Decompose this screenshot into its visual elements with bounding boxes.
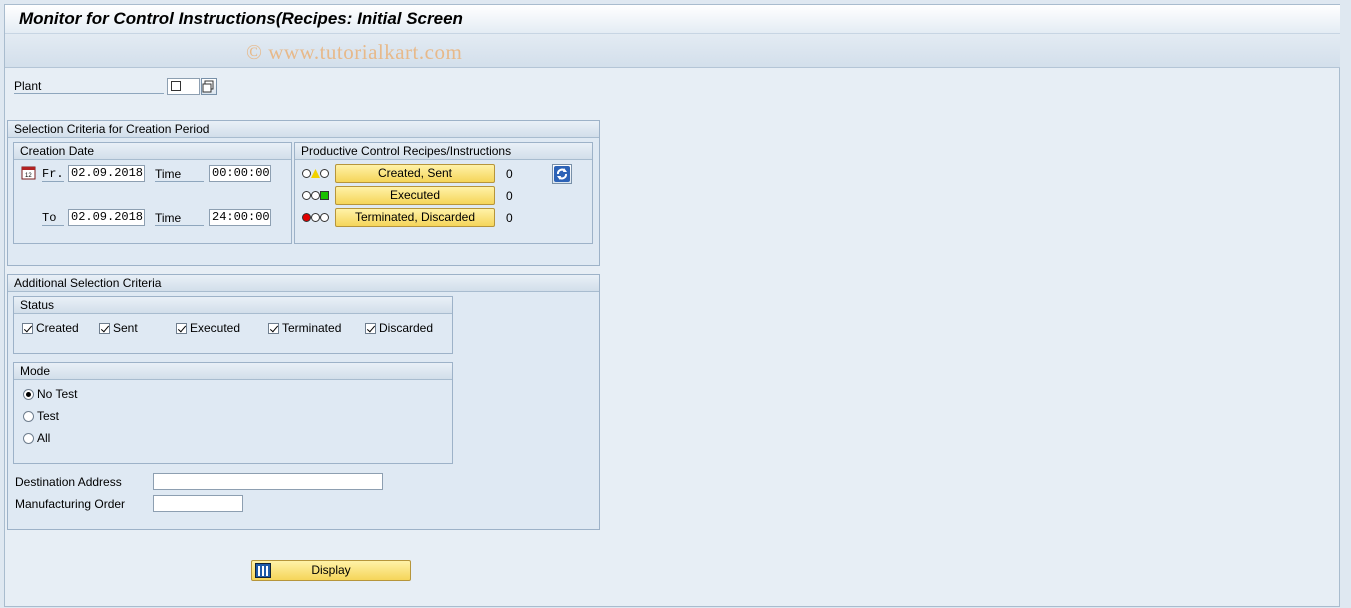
multiple-selection-button[interactable] <box>201 78 217 95</box>
status-header: Status <box>14 297 452 314</box>
light-off-icon <box>311 191 320 200</box>
green-light-icon <box>320 191 329 200</box>
terminated-discarded-count: 0 <box>506 211 513 225</box>
manufacturing-order-label: Manufacturing Order <box>15 497 126 511</box>
checkmark-icon <box>171 81 181 91</box>
calendar-icon: 12 <box>21 166 36 180</box>
multi-select-icon <box>202 80 214 93</box>
sent-checkbox[interactable] <box>99 323 110 334</box>
title-bar: Monitor for Control Instructions(Recipes… <box>5 5 1340 34</box>
creation-date-group: Creation Date <box>13 142 292 244</box>
productive-recipes-header: Productive Control Recipes/Instructions <box>295 143 592 160</box>
application-toolbar <box>5 34 1340 68</box>
created-checkbox-label: Created <box>36 321 79 335</box>
plant-field[interactable] <box>167 78 200 95</box>
created-checkbox[interactable] <box>22 323 33 334</box>
destination-address-field[interactable] <box>153 473 383 490</box>
executed-checkbox-label: Executed <box>190 321 241 335</box>
test-radio[interactable] <box>23 411 34 422</box>
sent-checkbox-label: Sent <box>113 321 138 335</box>
mode-group: Mode <box>13 362 453 464</box>
light-off-icon <box>320 169 329 178</box>
terminated-checkbox-label: Terminated <box>282 321 342 335</box>
creation-date-header: Creation Date <box>14 143 291 160</box>
from-date-field[interactable]: 02.09.2018 <box>68 165 145 182</box>
light-off-icon <box>311 213 320 222</box>
created-sent-count: 0 <box>506 167 513 181</box>
page-title: Monitor for Control Instructions(Recipes… <box>19 9 463 28</box>
light-off-icon <box>320 213 329 222</box>
terminated-checkbox[interactable] <box>268 323 279 334</box>
from-time-label: Time <box>155 167 204 182</box>
red-light-icon <box>302 213 311 222</box>
executed-count: 0 <box>506 189 513 203</box>
additional-criteria-header: Additional Selection Criteria <box>8 275 599 292</box>
all-radio-label: All <box>37 431 51 445</box>
terminated-discarded-button[interactable]: Terminated, Discarded <box>335 208 495 227</box>
from-label: Fr. <box>42 167 64 182</box>
watermark: © www.tutorialkart.com <box>246 40 463 64</box>
display-button[interactable]: Display <box>251 560 411 581</box>
to-date-field[interactable]: 02.09.2018 <box>68 209 145 226</box>
no-test-radio-label: No Test <box>37 387 78 401</box>
display-button-label: Display <box>311 563 351 577</box>
light-off-icon <box>302 169 311 178</box>
executed-checkbox[interactable] <box>176 323 187 334</box>
svg-text:12: 12 <box>25 173 32 179</box>
to-label: To <box>42 211 64 226</box>
created-sent-button[interactable]: Created, Sent <box>335 164 495 183</box>
to-time-label: Time <box>155 211 204 226</box>
refresh-icon <box>554 166 570 182</box>
from-time-field[interactable]: 00:00:00 <box>209 165 271 182</box>
no-test-radio[interactable] <box>23 389 34 400</box>
destination-address-label: Destination Address <box>15 475 122 489</box>
refresh-button[interactable] <box>552 164 572 184</box>
to-time-field[interactable]: 24:00:00 <box>209 209 271 226</box>
test-radio-label: Test <box>37 409 60 423</box>
plant-label: Plant <box>14 79 164 94</box>
discarded-checkbox[interactable] <box>365 323 376 334</box>
mode-header: Mode <box>14 363 452 380</box>
discarded-checkbox-label: Discarded <box>379 321 434 335</box>
all-radio[interactable] <box>23 433 34 444</box>
list-display-icon <box>255 563 271 578</box>
executed-button[interactable]: Executed <box>335 186 495 205</box>
light-off-icon <box>302 191 311 200</box>
manufacturing-order-field[interactable] <box>153 495 243 512</box>
creation-period-header: Selection Criteria for Creation Period <box>8 121 599 138</box>
